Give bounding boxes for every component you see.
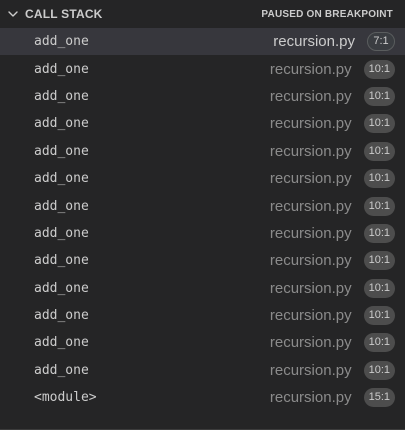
frame-file-name: recursion.py xyxy=(269,279,352,297)
frame-file-name: recursion.py xyxy=(273,33,355,51)
stack-frame-row[interactable]: add_one recursion.py 10:1 xyxy=(0,329,405,356)
frame-function-name: add_one xyxy=(34,362,89,378)
frame-line-badge: 10:1 xyxy=(363,306,395,326)
frame-function-name: add_one xyxy=(34,225,89,241)
frame-function-name: add_one xyxy=(34,253,89,269)
frame-file-name: recursion.py xyxy=(269,197,352,215)
frame-function-name: add_one xyxy=(34,335,89,351)
frame-file-name: recursion.py xyxy=(269,252,352,270)
frame-line-badge: 10:1 xyxy=(363,278,395,298)
frame-file-name: recursion.py xyxy=(269,307,352,325)
frame-line-badge: 10:1 xyxy=(363,141,395,161)
stack-frame-row[interactable]: add_one recursion.py 10:1 xyxy=(0,138,405,165)
chevron-down-icon[interactable] xyxy=(6,7,20,21)
frame-file-name: recursion.py xyxy=(269,60,352,78)
frame-function-name: add_one xyxy=(34,171,89,187)
frame-line-badge: 10:1 xyxy=(363,251,395,271)
frame-function-name: add_one xyxy=(34,116,89,132)
frame-line-badge: 10:1 xyxy=(363,333,395,353)
stack-frame-row[interactable]: add_one recursion.py 10:1 xyxy=(0,275,405,302)
frame-line-badge: 10:1 xyxy=(363,360,395,380)
frame-file-name: recursion.py xyxy=(269,170,352,188)
frame-function-name: <module> xyxy=(34,390,97,406)
frame-line-badge: 10:1 xyxy=(363,59,395,79)
frame-line-badge: 10:1 xyxy=(363,86,395,106)
stack-frame-row[interactable]: add_one recursion.py 10:1 xyxy=(0,357,405,384)
stack-frame-row[interactable]: add_one recursion.py 10:1 xyxy=(0,302,405,329)
frame-function-name: add_one xyxy=(34,88,89,104)
stack-frame-row[interactable]: <module> recursion.py 15:1 xyxy=(0,384,405,411)
frame-function-name: add_one xyxy=(34,308,89,324)
frame-line-badge: 7:1 xyxy=(367,32,395,52)
stack-frame-row[interactable]: add_one recursion.py 10:1 xyxy=(0,220,405,247)
stack-frame-row[interactable]: add_one recursion.py 10:1 xyxy=(0,110,405,137)
frame-function-name: add_one xyxy=(34,198,89,214)
stack-frame-row[interactable]: add_one recursion.py 10:1 xyxy=(0,192,405,219)
frame-line-badge: 10:1 xyxy=(363,196,395,216)
frame-file-name: recursion.py xyxy=(269,389,352,407)
call-stack-title: CALL STACK xyxy=(25,7,103,21)
frame-file-name: recursion.py xyxy=(269,142,352,160)
call-stack-panel: CALL STACK PAUSED ON BREAKPOINT add_oner… xyxy=(0,0,405,430)
frame-file-name: recursion.py xyxy=(269,87,352,105)
frame-function-name: add_one xyxy=(34,143,89,159)
stack-frame-row[interactable]: add_one recursion.py 10:1 xyxy=(0,165,405,192)
frame-function-name: add_one xyxy=(34,61,89,77)
stack-frame-row[interactable]: add_one recursion.py 10:1 xyxy=(0,247,405,274)
stack-frame-row[interactable]: add_one recursion.py 10:1 xyxy=(0,83,405,110)
frame-file-name: recursion.py xyxy=(269,334,352,352)
frame-file-name: recursion.py xyxy=(269,361,352,379)
paused-status: PAUSED ON BREAKPOINT xyxy=(261,8,393,20)
frame-file-name: recursion.py xyxy=(269,224,352,242)
stack-frame-row[interactable]: add_one recursion.py 7:1 xyxy=(0,28,405,56)
stack-frame-list: add_one recursion.py 7:1 add_one recursion.p… xyxy=(0,28,405,411)
frame-line-badge: 15:1 xyxy=(363,388,395,408)
stack-frame-row[interactable]: add_one recursion.py 10:1 xyxy=(0,55,405,82)
frame-line-badge: 10:1 xyxy=(363,223,395,243)
call-stack-header[interactable]: CALL STACK PAUSED ON BREAKPOINT xyxy=(0,0,405,28)
frame-function-name: add_one xyxy=(34,34,89,50)
frame-function-name: add_one xyxy=(34,280,89,296)
frame-line-badge: 10:1 xyxy=(363,169,395,189)
frame-line-badge: 10:1 xyxy=(363,114,395,134)
frame-file-name: recursion.py xyxy=(269,115,352,133)
